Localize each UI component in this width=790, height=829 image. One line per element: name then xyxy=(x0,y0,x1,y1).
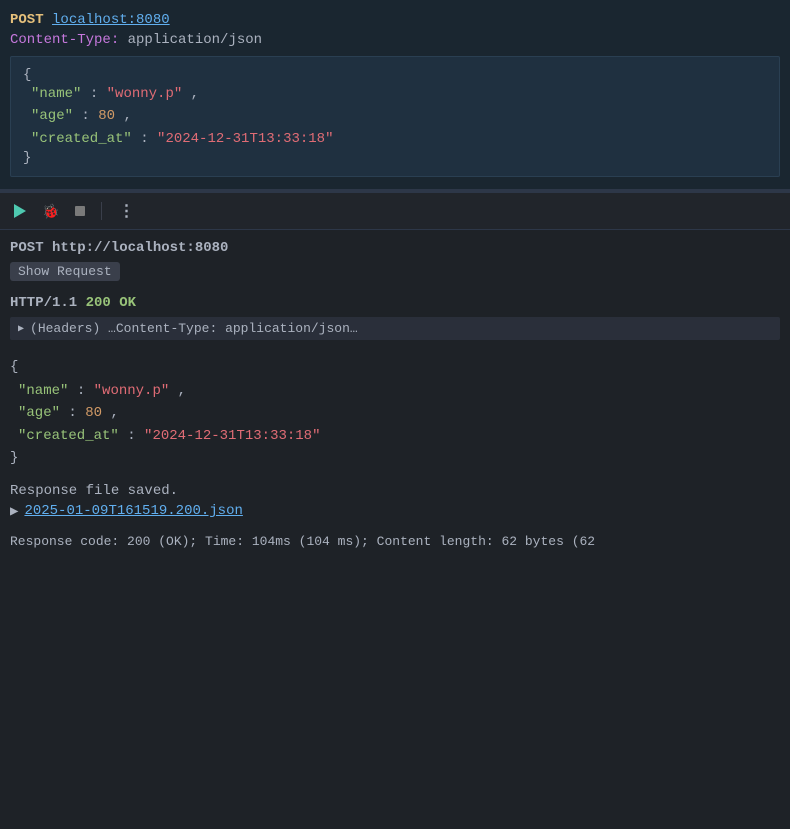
json-comma-1: , xyxy=(191,86,199,102)
file-link-row: ▶ 2025-01-09T161519.200.json xyxy=(10,503,780,520)
http-status-line: HTTP/1.1 200 OK xyxy=(10,295,780,311)
json-value-created-at: "2024-12-31T13:33:18" xyxy=(157,131,333,147)
header-key: Content-Type: xyxy=(10,32,119,48)
json-line-1: "name" : "wonny.p" , xyxy=(23,83,767,105)
response-code-summary: Response code: 200 (OK); Time: 104ms (10… xyxy=(10,534,780,549)
json-colon-2: : xyxy=(81,108,98,124)
play-icon xyxy=(14,204,26,218)
resp-json-value-created-at: "2024-12-31T13:33:18" xyxy=(144,428,320,444)
json-key-name: "name" xyxy=(31,86,81,102)
json-line-2: "age" : 80 , xyxy=(23,105,767,127)
resp-json-colon-1: : xyxy=(77,383,94,399)
resp-json-line-2: "age" : 80 , xyxy=(10,402,780,424)
json-key-created-at: "created_at" xyxy=(31,131,132,147)
json-open-brace: { xyxy=(23,67,767,83)
response-section: POST http://localhost:8080 Show Request … xyxy=(0,230,790,559)
resp-json-close-brace: } xyxy=(10,447,780,471)
resp-json-value-age: 80 xyxy=(85,405,102,421)
content-type-header: Content-Type: application/json xyxy=(10,32,780,48)
json-line-3: "created_at" : "2024-12-31T13:33:18" xyxy=(23,128,767,150)
debug-button[interactable]: 🐞 xyxy=(38,201,63,222)
request-method: POST xyxy=(10,12,44,28)
resp-json-colon-2: : xyxy=(68,405,85,421)
resp-json-colon-3: : xyxy=(127,428,144,444)
resp-json-line-3: "created_at" : "2024-12-31T13:33:18" xyxy=(10,425,780,447)
json-colon-3: : xyxy=(140,131,157,147)
more-dots-icon: ⋮ xyxy=(118,201,135,221)
file-arrow-icon: ▶ xyxy=(10,503,18,520)
run-toolbar: 🐞 ⋮ xyxy=(0,193,790,230)
json-close-brace: } xyxy=(23,150,767,166)
resp-json-key-name: "name" xyxy=(18,383,68,399)
json-colon-1: : xyxy=(90,86,107,102)
resp-json-comma-2: , xyxy=(110,405,118,421)
http-status-code: 200 OK xyxy=(86,295,136,311)
resp-json-line-1: "name" : "wonny.p" , xyxy=(10,380,780,402)
http-version: HTTP/1.1 xyxy=(10,295,86,311)
request-method-url: POST localhost:8080 xyxy=(10,12,780,28)
resp-json-open-brace: { xyxy=(10,356,780,380)
headers-summary-text: (Headers) …Content-Type: application/jso… xyxy=(30,321,358,336)
json-value-age: 80 xyxy=(98,108,115,124)
request-editor: POST localhost:8080 Content-Type: applic… xyxy=(0,0,790,191)
header-value: application/json xyxy=(128,32,262,48)
request-url[interactable]: localhost:8080 xyxy=(52,12,170,28)
stop-button[interactable] xyxy=(71,204,89,218)
response-file-link[interactable]: 2025-01-09T161519.200.json xyxy=(24,503,242,519)
play-button[interactable] xyxy=(10,202,30,220)
response-body-json: { "name" : "wonny.p" , "age" : 80 , "cre… xyxy=(10,352,780,475)
headers-arrow-icon: ▶ xyxy=(18,323,24,335)
response-file-saved-text: Response file saved. xyxy=(10,483,780,499)
toolbar-separator xyxy=(101,202,102,220)
response-headers-row[interactable]: ▶ (Headers) …Content-Type: application/j… xyxy=(10,317,780,340)
json-comma-2: , xyxy=(123,108,131,124)
resp-json-key-age: "age" xyxy=(18,405,60,421)
request-body-json: { "name" : "wonny.p" , "age" : 80 , "cre… xyxy=(10,56,780,177)
show-request-button[interactable]: Show Request xyxy=(10,262,120,281)
resp-json-key-created-at: "created_at" xyxy=(18,428,119,444)
stop-icon xyxy=(75,206,85,216)
resp-json-comma-1: , xyxy=(178,383,186,399)
resp-json-value-name: "wonny.p" xyxy=(94,383,170,399)
more-options-button[interactable]: ⋮ xyxy=(114,199,139,223)
json-key-age: "age" xyxy=(31,108,73,124)
json-value-name: "wonny.p" xyxy=(107,86,183,102)
response-request-line: POST http://localhost:8080 xyxy=(10,240,780,256)
bug-icon: 🐞 xyxy=(42,203,59,220)
